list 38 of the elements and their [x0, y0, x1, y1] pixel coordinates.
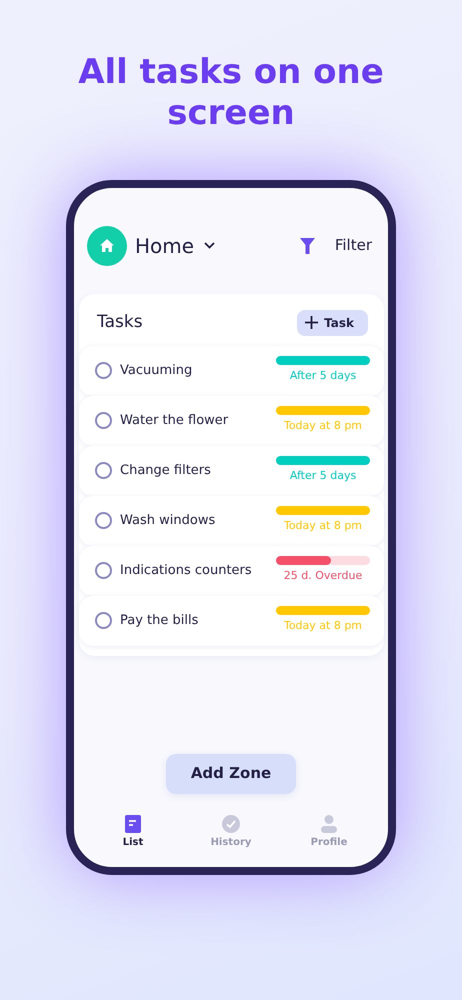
task-row[interactable]: Wash windows Today at 8 pm — [79, 496, 384, 546]
due-label: Today at 8 pm — [284, 618, 362, 634]
add-task-button[interactable]: Task — [297, 310, 368, 336]
check-circle-icon — [222, 814, 240, 833]
add-zone-button[interactable]: Add Zone — [166, 754, 296, 794]
chevron-down-icon[interactable] — [204, 242, 216, 250]
due-label: 25 d. Overdue — [284, 568, 362, 584]
task-name: Change filters — [120, 462, 212, 480]
task-name: Wash windows — [120, 512, 216, 530]
task-checkbox[interactable] — [95, 362, 112, 380]
task-row[interactable]: Pay the bills Today at 8 pm — [79, 596, 384, 646]
nav-tab[interactable]: List — [98, 814, 168, 851]
home-icon[interactable] — [87, 226, 127, 266]
list-icon — [125, 814, 141, 833]
task-row[interactable]: Vacuuming After 5 days — [79, 346, 384, 396]
task-name: Water the flower — [120, 412, 230, 430]
task-checkbox[interactable] — [95, 412, 112, 430]
filter-icon[interactable] — [300, 238, 315, 254]
task-row[interactable]: Indications counters 25 d. Overdue — [79, 546, 384, 596]
task-checkbox[interactable] — [95, 612, 112, 630]
task-row[interactable]: Water the flower Today at 8 pm — [79, 396, 384, 446]
headline: All tasks on one screen — [77, 51, 385, 134]
task-row[interactable]: Change filters After 5 days — [79, 446, 384, 496]
due-label: Today at 8 pm — [284, 418, 362, 434]
task-name: Indications counters — [120, 562, 253, 580]
person-icon — [321, 814, 337, 833]
task-name: Pay the bills — [120, 612, 200, 630]
due-label: Today at 8 pm — [284, 518, 362, 534]
due-label: After 5 days — [290, 368, 356, 384]
task-checkbox[interactable] — [95, 512, 112, 530]
task-name: Vacuuming — [120, 362, 194, 380]
due-label: After 5 days — [290, 468, 356, 484]
filter-label[interactable]: Filter — [334, 234, 372, 257]
card-title: Tasks — [97, 310, 143, 334]
plus-icon — [305, 316, 318, 330]
zone-title[interactable]: Home — [135, 230, 194, 261]
task-checkbox[interactable] — [95, 562, 112, 580]
task-checkbox[interactable] — [95, 462, 112, 480]
